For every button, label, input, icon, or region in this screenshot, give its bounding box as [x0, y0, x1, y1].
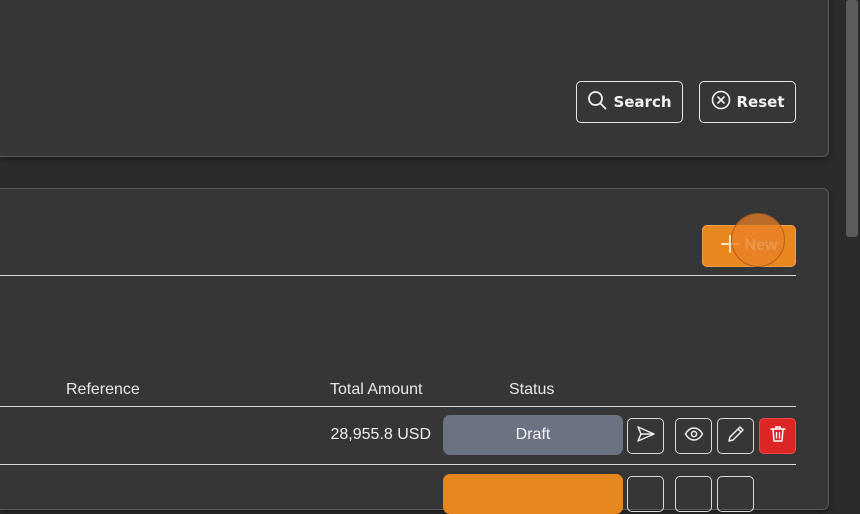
filter-panel [0, 0, 829, 157]
edit-button[interactable] [717, 418, 754, 454]
pencil-icon [726, 424, 746, 448]
edit-button[interactable] [717, 476, 754, 512]
close-circle-icon [711, 90, 731, 114]
reset-button[interactable]: Reset [699, 81, 796, 123]
eye-icon [684, 424, 704, 448]
search-button-label: Search [613, 93, 672, 111]
search-icon [587, 90, 607, 114]
toolbar-divider [0, 275, 796, 276]
view-button[interactable] [675, 476, 712, 512]
column-header-total-amount[interactable]: Total Amount [330, 381, 423, 399]
new-button-label: New [744, 237, 778, 254]
send-button[interactable] [627, 418, 664, 454]
status-badge [443, 474, 623, 514]
table-header-divider [0, 406, 796, 407]
column-header-reference[interactable]: Reference [66, 381, 140, 399]
status-badge: Draft [443, 415, 623, 455]
send-button[interactable] [627, 476, 664, 512]
plus-icon [720, 234, 739, 258]
delete-button[interactable] [759, 418, 796, 454]
column-header-status[interactable]: Status [509, 381, 554, 399]
table-row-divider [0, 464, 796, 465]
page-scrollbar[interactable] [846, 0, 858, 237]
trash-icon [768, 424, 788, 448]
search-button[interactable]: Search [576, 81, 683, 123]
send-icon [636, 424, 656, 448]
view-button[interactable] [675, 418, 712, 454]
new-button[interactable]: New [702, 225, 796, 267]
row-total-amount: 28,955.8 USD [330, 426, 431, 443]
reset-button-label: Reset [736, 93, 785, 111]
